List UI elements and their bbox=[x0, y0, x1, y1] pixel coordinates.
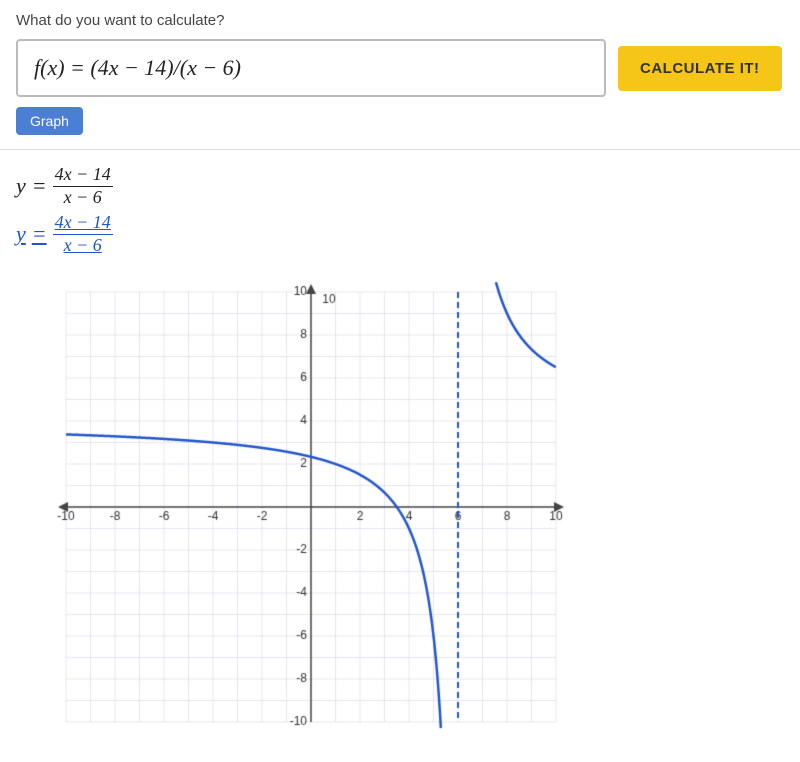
eq-black-fraction: 4x − 14 x − 6 bbox=[53, 164, 113, 208]
formula-input[interactable] bbox=[16, 39, 606, 97]
eq-black-y: y bbox=[16, 173, 26, 199]
eq-blue-fraction: 4x − 14 x − 6 bbox=[53, 212, 113, 256]
equation-blue: y = 4x − 14 x − 6 bbox=[16, 212, 784, 256]
question-label: What do you want to calculate? bbox=[16, 12, 784, 29]
eq-blue-numerator: 4x − 14 bbox=[53, 212, 113, 235]
section-divider bbox=[0, 149, 800, 150]
graph-area bbox=[16, 272, 576, 762]
eq-blue-y: y bbox=[16, 221, 26, 247]
graph-canvas bbox=[16, 272, 576, 762]
result-section: y = 4x − 14 x − 6 y = 4x − 14 x − 6 bbox=[0, 164, 800, 256]
eq-blue-denominator: x − 6 bbox=[62, 235, 104, 257]
equation-black: y = 4x − 14 x − 6 bbox=[16, 164, 784, 208]
calculate-button[interactable]: CALCULATE IT! bbox=[618, 46, 782, 91]
eq-black-denominator: x − 6 bbox=[62, 187, 104, 209]
eq-black-numerator: 4x − 14 bbox=[53, 164, 113, 187]
eq-blue-equals: = bbox=[32, 221, 47, 247]
graph-button[interactable]: Graph bbox=[16, 107, 83, 135]
eq-black-equals: = bbox=[32, 173, 47, 199]
